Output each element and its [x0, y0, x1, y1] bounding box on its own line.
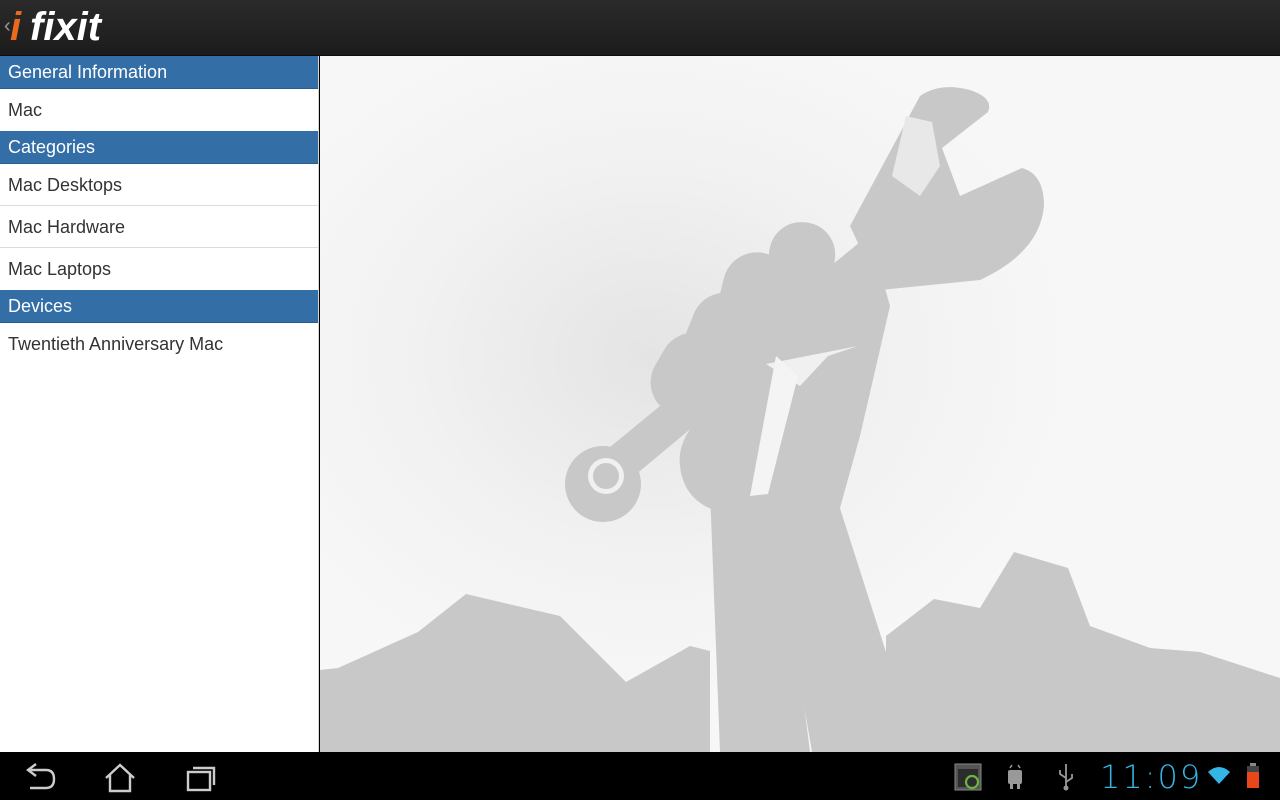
- hero-illustration-panel: [320, 56, 1280, 752]
- logo-fixit: fixit: [30, 5, 103, 49]
- list-item-mac-laptops[interactable]: Mac Laptops: [0, 248, 318, 290]
- usb-debugging-icon: [1008, 764, 1022, 789]
- action-bar: ‹ i fixit: [0, 0, 1280, 56]
- mountain-right-shape: [886, 552, 1280, 752]
- screenshot-notification-icon[interactable]: [954, 762, 984, 792]
- list-item-mac-desktops[interactable]: Mac Desktops: [0, 164, 318, 206]
- system-bar: 11:09: [0, 752, 1280, 800]
- list-item-mac-hardware[interactable]: Mac Hardware: [0, 206, 318, 248]
- wifi-icon: [1208, 767, 1230, 784]
- mountain-left-shape: [320, 594, 710, 752]
- back-button[interactable]: [16, 760, 64, 796]
- recent-apps-button[interactable]: [176, 760, 224, 796]
- battery-icon: [1247, 763, 1259, 788]
- fist-with-wrench-illustration: [320, 87, 1280, 752]
- logo-i: i: [10, 5, 22, 49]
- home-up-button[interactable]: ‹ i fixit: [0, 0, 160, 56]
- section-header-general-information: General Information: [0, 56, 318, 89]
- recent-apps-icon: [186, 766, 216, 792]
- section-header-categories: Categories: [0, 131, 318, 164]
- ifixit-logo: i fixit: [10, 5, 103, 49]
- usb-icon: [1059, 764, 1073, 791]
- wrench-head-shape: [850, 87, 1044, 290]
- home-icon: [105, 763, 135, 793]
- back-icon: [26, 763, 56, 790]
- sidebar-list: General Information Mac Categories Mac D…: [0, 56, 319, 752]
- clock-text: 11:09: [1100, 758, 1203, 796]
- list-item-twentieth-anniversary-mac[interactable]: Twentieth Anniversary Mac: [0, 323, 318, 365]
- list-item-mac[interactable]: Mac: [0, 89, 318, 131]
- home-button[interactable]: [96, 760, 144, 796]
- section-header-devices: Devices: [0, 290, 318, 323]
- wrench-hole-inner-shape: [593, 463, 619, 489]
